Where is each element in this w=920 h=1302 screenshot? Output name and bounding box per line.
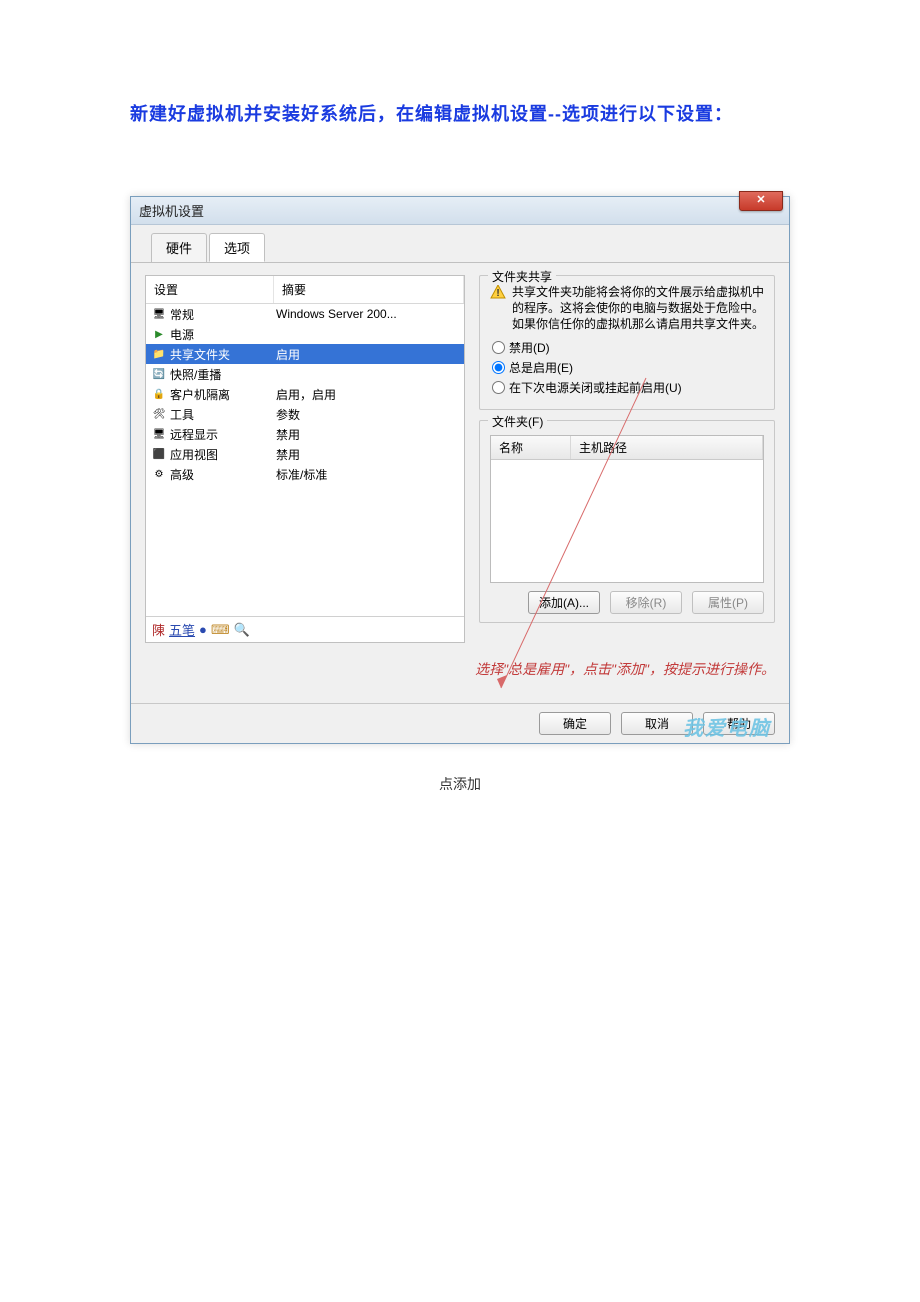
settings-list: 设置 摘要 常规Windows Server 200...电源共享文件夹启用快照… (145, 275, 465, 643)
list-item-label: 常规 (168, 306, 272, 323)
sharing-group-title: 文件夹共享 (488, 268, 556, 285)
radio-disabled-label: 禁用(D) (509, 339, 550, 356)
ic-app-icon (150, 448, 168, 460)
folders-group: 文件夹(F) 名称 主机路径 添加(A)... 移除(R) 属性(P) (479, 420, 775, 623)
list-item[interactable]: 共享文件夹启用 (146, 344, 464, 364)
list-item-summary: 标准/标准 (272, 466, 464, 483)
list-item[interactable]: 应用视图禁用 (146, 444, 464, 464)
list-item-summary: Windows Server 200... (272, 307, 464, 321)
warning-icon: ! (490, 284, 506, 300)
list-item-label: 高级 (168, 466, 272, 483)
caption: 点添加 (130, 774, 790, 794)
vm-settings-dialog: 虚拟机设置 ✕ 硬件 选项 设置 摘要 常规Windows Server 200… (130, 196, 790, 744)
tab-hardware[interactable]: 硬件 (151, 233, 207, 262)
ime-wubi: 五笔 (169, 620, 195, 639)
annotation-text: 选择"总是雇用"，点击"添加"，按提示进行操作。 (475, 659, 775, 679)
radio-disabled[interactable]: 禁用(D) (492, 339, 764, 356)
list-header: 设置 摘要 (146, 276, 464, 304)
radio-until-poweroff[interactable]: 在下次电源关闭或挂起前启用(U) (492, 379, 764, 396)
svg-text:!: ! (496, 288, 499, 299)
dialog-titlebar: 虚拟机设置 ✕ (131, 197, 789, 225)
ok-button[interactable]: 确定 (539, 712, 611, 735)
add-button[interactable]: 添加(A)... (528, 591, 600, 614)
col-setting: 设置 (146, 276, 274, 303)
folders-col-path: 主机路径 (571, 436, 763, 459)
ime-dot-icon: ● (199, 622, 207, 637)
ime-keyboard-icon: ⌨ (211, 622, 230, 638)
remove-button[interactable]: 移除(R) (610, 591, 682, 614)
list-item[interactable]: 高级标准/标准 (146, 464, 464, 484)
list-item-summary: 启用，启用 (272, 386, 464, 403)
list-item-label: 应用视图 (168, 446, 272, 463)
list-item-summary: 启用 (272, 346, 464, 363)
ic-play-icon (150, 328, 168, 340)
watermark: 我爱电脑 (683, 712, 771, 741)
list-item-label: 客户机隔离 (168, 386, 272, 403)
radio-always-input[interactable] (492, 361, 505, 374)
ic-refresh-icon (150, 368, 168, 380)
radio-until-label: 在下次电源关闭或挂起前启用(U) (509, 379, 682, 396)
folders-col-name: 名称 (491, 436, 571, 459)
ic-remote-icon (150, 428, 168, 440)
folder-sharing-group: 文件夹共享 ! 共享文件夹功能将会将你的文件展示给虚拟机中的程序。这将会使你的电… (479, 275, 775, 410)
radio-always-label: 总是启用(E) (509, 359, 573, 376)
list-item[interactable]: 客户机隔离启用，启用 (146, 384, 464, 404)
list-item-label: 远程显示 (168, 426, 272, 443)
right-pane: 文件夹共享 ! 共享文件夹功能将会将你的文件展示给虚拟机中的程序。这将会使你的电… (479, 275, 775, 643)
list-item-summary: 参数 (272, 406, 464, 423)
ime-search-icon: 🔍 (234, 622, 250, 638)
dialog-footer: 确定 取消 帮助 我爱电脑 (131, 703, 789, 743)
list-item-summary: 禁用 (272, 446, 464, 463)
list-item-label: 电源 (168, 326, 272, 343)
ime-indicator: 陳 五笔 ● ⌨ 🔍 (146, 616, 464, 642)
list-item-label: 工具 (168, 406, 272, 423)
list-item[interactable]: 常规Windows Server 200... (146, 304, 464, 324)
ic-adv-icon (150, 468, 168, 480)
dialog-title: 虚拟机设置 (139, 201, 204, 220)
tab-options[interactable]: 选项 (209, 233, 265, 262)
warning-text: 共享文件夹功能将会将你的文件展示给虚拟机中的程序。这将会使你的电脑与数据处于危险… (512, 284, 764, 333)
list-item-label: 共享文件夹 (168, 346, 272, 363)
col-summary: 摘要 (274, 276, 464, 303)
folders-group-title: 文件夹(F) (488, 413, 547, 430)
list-item[interactable]: 工具参数 (146, 404, 464, 424)
ic-folder-icon (150, 348, 168, 360)
ime-chen: 陳 (152, 620, 165, 639)
tab-row: 硬件 选项 (131, 225, 789, 263)
list-item[interactable]: 快照/重播 (146, 364, 464, 384)
list-item[interactable]: 电源 (146, 324, 464, 344)
ic-lock-icon (150, 388, 168, 400)
list-item-summary: 禁用 (272, 426, 464, 443)
ic-tools-icon (150, 408, 168, 420)
properties-button[interactable]: 属性(P) (692, 591, 764, 614)
radio-always[interactable]: 总是启用(E) (492, 359, 764, 376)
list-item-label: 快照/重播 (168, 366, 272, 383)
radio-disabled-input[interactable] (492, 341, 505, 354)
close-button[interactable]: ✕ (739, 191, 783, 211)
radio-until-input[interactable] (492, 381, 505, 394)
list-item[interactable]: 远程显示禁用 (146, 424, 464, 444)
folders-table: 名称 主机路径 (490, 435, 764, 583)
ic-monitor-icon (150, 308, 168, 320)
page-heading: 新建好虚拟机并安装好系统后，在编辑虚拟机设置--选项进行以下设置： (130, 100, 790, 126)
